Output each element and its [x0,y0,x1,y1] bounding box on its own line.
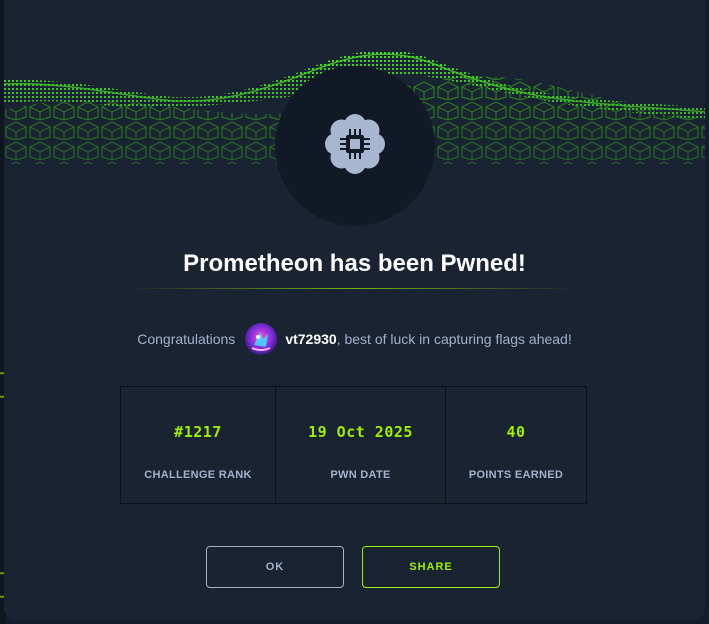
stat-value: #1217 [174,423,222,441]
chip-flower-icon [325,114,385,174]
title-divider [128,288,580,289]
pwned-modal: Prometheon has been Pwned! Congratulatio… [4,0,705,620]
stat-value: 19 Oct 2025 [308,423,413,441]
congrats-suffix: , best of luck in capturing flags ahead! [336,331,572,347]
stat-pwn-date: 19 Oct 2025 PWN DATE [276,387,446,503]
stat-value: 40 [506,423,526,441]
stat-points-earned: 40 POINTS EARNED [446,387,586,503]
stat-label: POINTS EARNED [468,469,564,481]
stat-challenge-rank: #1217 CHALLENGE RANK [121,387,276,503]
ok-button[interactable]: OK [206,546,344,588]
congrats-prefix: Congratulations [137,331,236,347]
stat-label: PWN DATE [330,469,391,481]
stats-panel: #1217 CHALLENGE RANK 19 Oct 2025 PWN DAT… [120,386,587,504]
username[interactable]: vt72930 [285,331,336,347]
congrats-message: Congratulations vt72930 , best of luck i… [4,322,705,356]
user-avatar [245,323,278,355]
stat-label: CHALLENGE RANK [144,469,252,481]
share-button[interactable]: SHARE [362,546,500,588]
modal-title: Prometheon has been Pwned! [183,250,526,277]
